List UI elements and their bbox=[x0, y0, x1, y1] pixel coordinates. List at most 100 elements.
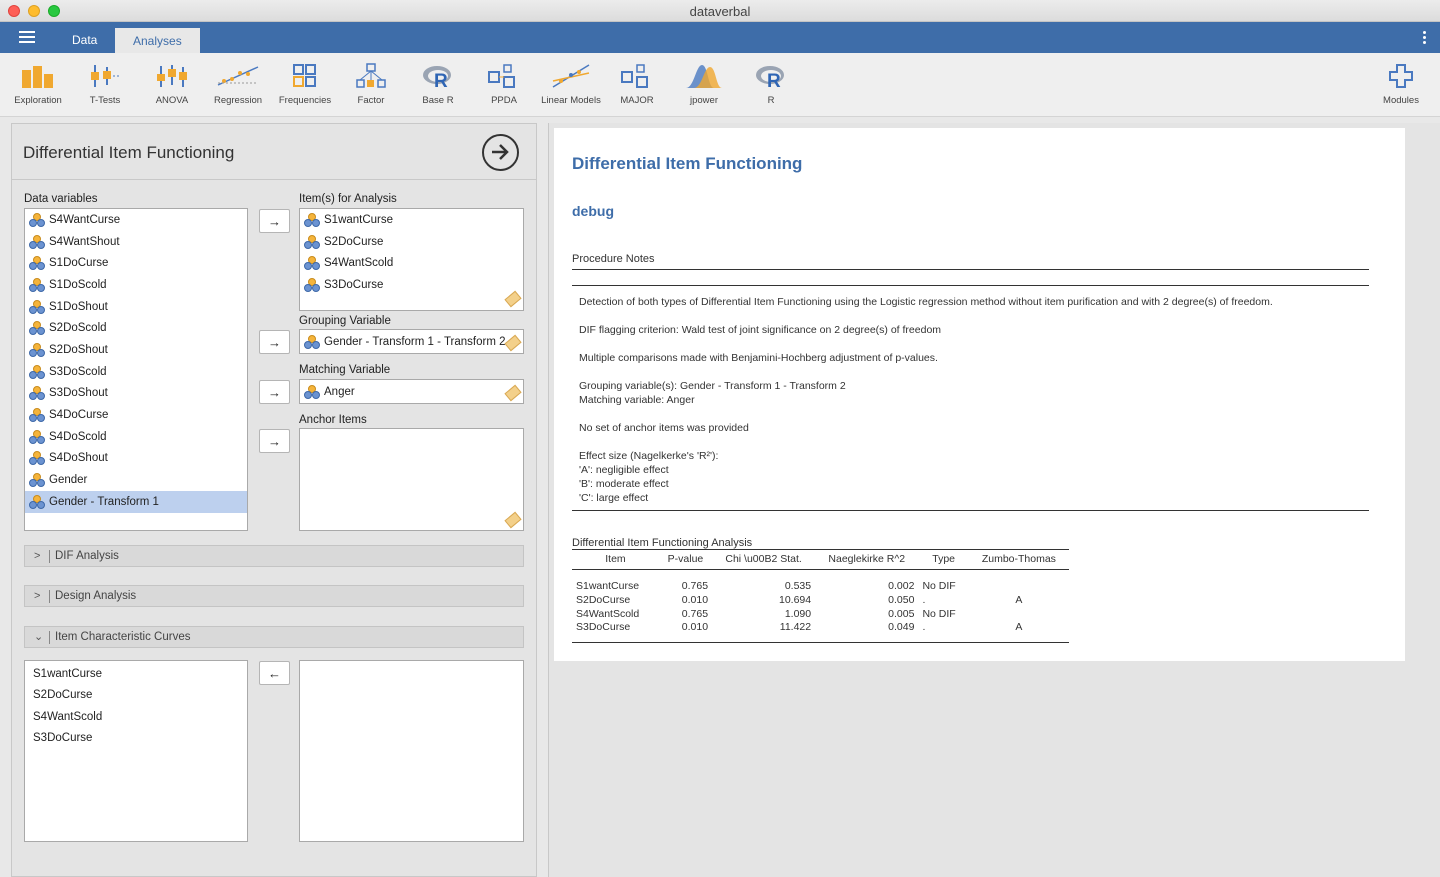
move-to-anchor-button[interactable]: → bbox=[259, 429, 290, 453]
tool-linear-models[interactable]: Linear Models bbox=[538, 61, 604, 106]
move-to-items-button[interactable]: → bbox=[259, 209, 290, 233]
grouping-variable-field[interactable]: Gender - Transform 1 - Transform 2 bbox=[299, 329, 524, 354]
t-tests-icon bbox=[72, 61, 138, 91]
table-cell: 0.002 bbox=[888, 579, 915, 592]
anchor-items-list[interactable] bbox=[299, 428, 524, 531]
table-cell: S4WantScold bbox=[576, 607, 640, 620]
nominal-variable-icon bbox=[29, 408, 45, 423]
table-cell: 0.010 bbox=[658, 620, 713, 643]
variable-item[interactable]: S2DoCurse bbox=[300, 231, 523, 253]
debug-heading: debug bbox=[572, 203, 614, 219]
note-line: DIF flagging criterion: Wald test of joi… bbox=[579, 324, 942, 336]
variable-item[interactable]: S4WantShout bbox=[25, 231, 247, 253]
tool-anova[interactable]: ANOVA bbox=[139, 61, 205, 106]
table-cell: 10.694 bbox=[778, 593, 812, 606]
note-line: Detection of both types of Differential … bbox=[579, 296, 1273, 308]
tab-data[interactable]: Data bbox=[54, 27, 115, 53]
items-label: Item(s) for Analysis bbox=[299, 193, 397, 205]
nominal-variable-icon bbox=[304, 334, 320, 349]
variable-item[interactable]: Gender - Transform 1 bbox=[25, 490, 247, 513]
variable-item[interactable]: S2DoShout bbox=[25, 339, 247, 361]
tool-regression[interactable]: Regression bbox=[205, 61, 271, 106]
note-line: Grouping variable(s): Gender - Transform… bbox=[579, 380, 846, 392]
tool-base-r[interactable]: R Base R bbox=[405, 61, 471, 106]
tab-analyses[interactable]: Analyses bbox=[115, 28, 200, 53]
variable-item[interactable]: S2DoScold bbox=[25, 317, 247, 339]
variable-item[interactable]: S4DoShout bbox=[25, 448, 247, 470]
variable-item[interactable]: S4WantScold bbox=[300, 252, 523, 274]
column-header: Naeglekirke R^2 bbox=[815, 549, 919, 570]
table-row: S4WantScold 0.765 1.090 0.005 No DIF bbox=[572, 607, 1069, 621]
variable-item[interactable]: S4WantCurse bbox=[25, 209, 247, 231]
tool-major[interactable]: MAJOR bbox=[604, 61, 670, 106]
variable-item[interactable]: S1DoScold bbox=[25, 274, 247, 296]
variable-item[interactable]: S3DoScold bbox=[25, 361, 247, 383]
tool-exploration[interactable]: Exploration bbox=[5, 61, 71, 106]
variable-item[interactable]: S4DoCurse bbox=[25, 404, 247, 426]
table-cell: No DIF bbox=[922, 607, 956, 620]
matching-variable-field[interactable]: Anger bbox=[299, 379, 524, 404]
nominal-variable-icon bbox=[29, 451, 45, 466]
chevron-right-icon: > bbox=[34, 590, 41, 602]
table-cell: . bbox=[918, 620, 969, 643]
matching-variable-item[interactable]: Anger bbox=[300, 380, 523, 403]
grouping-label: Grouping Variable bbox=[299, 315, 391, 327]
icc-selected-list[interactable] bbox=[299, 660, 524, 842]
list-item[interactable]: S1wantCurse bbox=[25, 663, 247, 685]
tool-frequencies[interactable]: Frequencies bbox=[272, 61, 338, 106]
move-to-grouping-button[interactable]: → bbox=[259, 330, 290, 354]
nominal-variable-icon bbox=[29, 494, 45, 509]
section-dif-analysis[interactable]: > DIF Analysis bbox=[24, 545, 524, 567]
variable-item[interactable]: S3DoCurse bbox=[300, 274, 523, 296]
variable-item[interactable]: S1wantCurse bbox=[300, 209, 523, 231]
more-options-icon[interactable] bbox=[1423, 31, 1426, 46]
tool-modules[interactable]: Modules bbox=[1368, 61, 1434, 106]
variable-item[interactable]: S4DoScold bbox=[25, 426, 247, 448]
column-header: Chi \u00B2 Stat. bbox=[712, 549, 816, 570]
tool-t-tests[interactable]: T-Tests bbox=[72, 61, 138, 106]
matching-label: Matching Variable bbox=[299, 364, 391, 376]
nominal-variable-icon bbox=[29, 212, 45, 227]
nominal-variable-icon bbox=[29, 386, 45, 401]
table-cell: 0.050 bbox=[888, 593, 915, 606]
variable-item[interactable]: S1DoCurse bbox=[25, 252, 247, 274]
variable-item[interactable]: Gender bbox=[25, 469, 247, 491]
chevron-right-icon: > bbox=[34, 550, 41, 562]
table-cell: 0.535 bbox=[784, 579, 812, 592]
column-header: Type bbox=[918, 549, 969, 570]
r-logo-icon: R bbox=[738, 61, 804, 91]
tool-factor[interactable]: Factor bbox=[338, 61, 404, 106]
data-variables-list[interactable]: S4WantCurse S4WantShout S1DoCurse S1DoScold… bbox=[24, 208, 248, 531]
nominal-variable-icon bbox=[29, 234, 45, 249]
major-icon bbox=[604, 61, 670, 91]
exploration-icon bbox=[5, 61, 71, 91]
list-item[interactable]: S2DoCurse bbox=[25, 685, 247, 707]
nominal-variable-icon bbox=[29, 342, 45, 357]
list-item[interactable]: S3DoCurse bbox=[25, 728, 247, 750]
items-for-analysis-list[interactable]: S1wantCurse S2DoCurse S4WantScold S3DoCurse bbox=[299, 208, 524, 311]
nominal-variable-icon bbox=[29, 277, 45, 292]
menu-icon[interactable] bbox=[19, 31, 35, 44]
variable-item[interactable]: S3DoShout bbox=[25, 383, 247, 405]
run-analysis-button[interactable] bbox=[482, 134, 519, 171]
section-item-characteristic-curves[interactable]: ⌄ Item Characteristic Curves bbox=[24, 626, 524, 648]
list-item[interactable]: S4WantScold bbox=[25, 706, 247, 728]
table-cell bbox=[969, 607, 1069, 621]
section-design-analysis[interactable]: > Design Analysis bbox=[24, 585, 524, 607]
jpower-icon bbox=[671, 61, 737, 91]
move-back-button[interactable]: ← bbox=[259, 661, 290, 685]
tool-r[interactable]: R R bbox=[738, 61, 804, 106]
icc-available-list[interactable]: S1wantCurse S2DoCurse S4WantScold S3DoCurse bbox=[24, 660, 248, 842]
grouping-variable-item[interactable]: Gender - Transform 1 - Transform 2 bbox=[300, 330, 523, 353]
note-line: Multiple comparisons made with Benjamini… bbox=[579, 352, 938, 364]
variable-item[interactable]: S1DoShout bbox=[25, 296, 247, 318]
options-title: Differential Item Functioning bbox=[23, 143, 235, 162]
r-logo-icon: R bbox=[405, 61, 471, 91]
table-cell: No DIF bbox=[922, 579, 956, 592]
tool-jpower[interactable]: jpower bbox=[671, 61, 737, 106]
move-to-matching-button[interactable]: → bbox=[259, 380, 290, 404]
ruler-icon bbox=[504, 511, 522, 529]
table-cell: 0.765 bbox=[681, 607, 709, 620]
results-output: Differential Item Functioning debug Proc… bbox=[554, 128, 1405, 661]
tool-ppda[interactable]: PPDA bbox=[471, 61, 537, 106]
